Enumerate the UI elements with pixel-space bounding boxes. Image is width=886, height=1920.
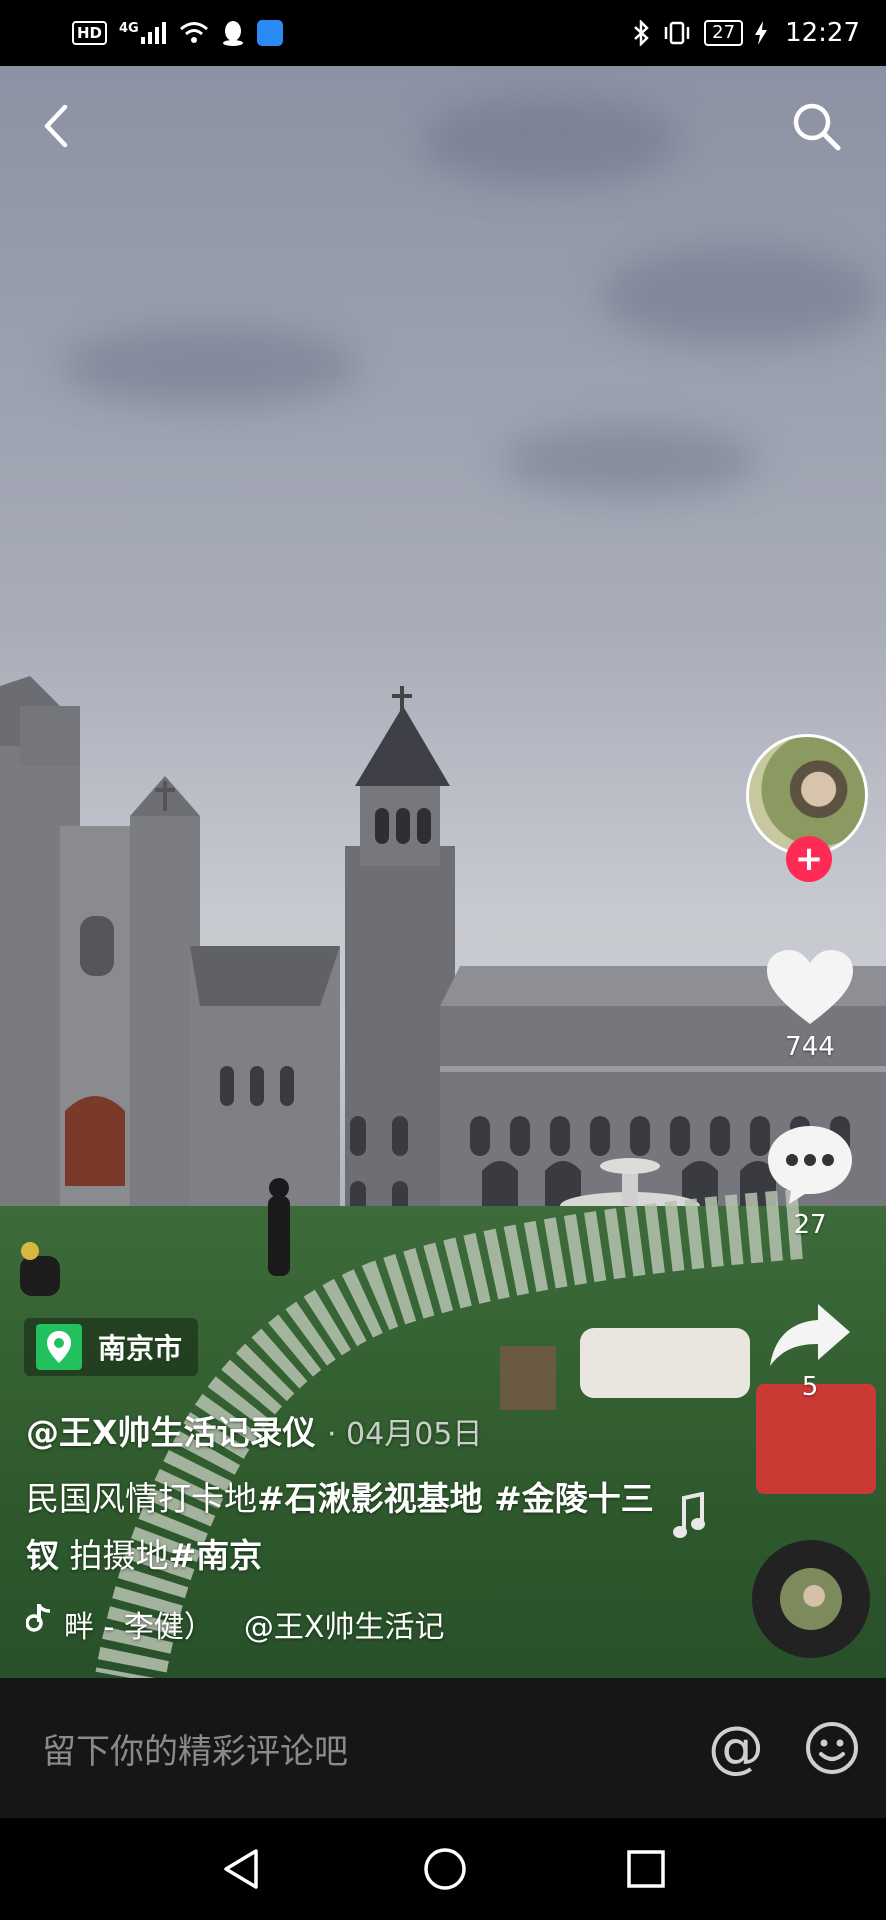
at-mention-icon[interactable]: @	[708, 1720, 764, 1776]
post-date: · 04月05日	[326, 1417, 483, 1452]
battery-level: 27	[704, 20, 744, 46]
nav-recents-icon[interactable]	[626, 1849, 666, 1889]
vibrate-icon	[664, 21, 690, 45]
location-label: 南京市	[98, 1332, 183, 1365]
comment-input[interactable]: 留下你的精彩评论吧	[42, 1724, 348, 1773]
comment-bar: 留下你的精彩评论吧 @	[0, 1678, 886, 1818]
back-arrow-icon	[44, 104, 68, 148]
qq-icon	[222, 21, 243, 46]
tiktok-note-icon	[26, 1604, 51, 1632]
share-count: 5	[801, 1372, 819, 1402]
location-pin-icon	[36, 1324, 82, 1370]
nav-back-icon[interactable]	[220, 1847, 264, 1891]
music-title: 畔 - 李健）	[64, 1610, 214, 1645]
hashtag-link[interactable]: #南京	[169, 1536, 263, 1575]
author-avatar-group[interactable]: +	[746, 734, 874, 884]
music-cover-thumbnail	[780, 1568, 842, 1630]
share-arrow-icon	[770, 1304, 850, 1366]
author-line: @王X帅生活记录仪 · 04月05日	[26, 1406, 482, 1454]
nav-home-icon[interactable]	[423, 1847, 467, 1891]
share-button[interactable]: 5	[750, 1302, 870, 1402]
location-tag[interactable]: 南京市	[24, 1318, 199, 1376]
music-info[interactable]: 畔 - 李健） @王X帅生活记	[26, 1602, 444, 1646]
status-bar: HD 4G 27 12:27	[0, 0, 886, 66]
heart-icon	[767, 950, 853, 1024]
network-type: 4G	[119, 21, 139, 36]
wifi-icon	[179, 22, 208, 43]
comment-button[interactable]: 27	[750, 1124, 870, 1240]
music-disc-button[interactable]	[752, 1540, 870, 1658]
comment-count: 27	[793, 1210, 827, 1240]
system-navigation-bar	[0, 1818, 886, 1920]
charging-icon	[755, 21, 768, 45]
bluetooth-icon	[634, 20, 649, 46]
author-name[interactable]: @王X帅生活记录仪	[26, 1413, 315, 1452]
search-icon	[793, 103, 841, 151]
clock: 12:27	[785, 18, 860, 48]
emoji-icon[interactable]	[804, 1720, 860, 1776]
video-caption: 民国风情打卡地#石湫影视基地 #金陵十三钗 拍摄地#南京	[26, 1470, 666, 1584]
back-button[interactable]	[26, 96, 86, 156]
comment-bubble-icon	[768, 1126, 852, 1204]
caption-text: 拍摄地	[59, 1536, 169, 1575]
music-note-icon	[673, 1492, 705, 1538]
hd-indicator: HD	[72, 21, 108, 45]
caption-text: 民国风情打卡地	[26, 1479, 257, 1518]
follow-plus-icon: +	[794, 839, 824, 879]
like-button[interactable]: 744	[750, 948, 870, 1062]
app-notification-icon	[256, 20, 283, 46]
music-author: @王X帅生活记	[243, 1610, 445, 1645]
like-count: 744	[785, 1032, 835, 1062]
search-button[interactable]	[786, 96, 846, 156]
signal-icon: 4G	[119, 21, 167, 44]
follow-button[interactable]: +	[786, 836, 832, 882]
